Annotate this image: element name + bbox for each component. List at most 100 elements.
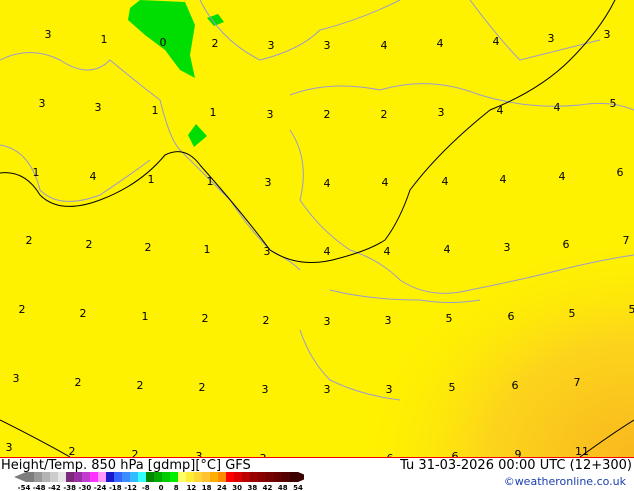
height-label: 2: [26, 234, 33, 247]
credit-link[interactable]: ©weatheronline.co.uk: [504, 475, 626, 488]
color-legend: -54-48-42-38-30-24-18-12-808121824303842…: [14, 472, 304, 491]
colorbar-swatch: [186, 472, 194, 482]
height-label: 3: [95, 101, 102, 114]
height-label: 5: [629, 303, 634, 316]
height-label: 4: [382, 176, 389, 189]
height-label: 4: [493, 35, 500, 48]
height-label: 2: [212, 37, 219, 50]
height-label: 4: [442, 175, 449, 188]
colorbar-swatch: [146, 472, 154, 482]
height-label: 2: [19, 303, 26, 316]
colorbar-swatch: [282, 472, 290, 482]
colorbar-swatch: [130, 472, 138, 482]
colorbar-swatch: [122, 472, 130, 482]
height-label: 4: [500, 173, 507, 186]
height-label: 3: [267, 108, 274, 121]
footer: Height/Temp. 850 hPa [gdmp][°C] GFS Tu 3…: [0, 457, 634, 491]
colorbar-arrow-right: [298, 472, 304, 482]
height-label: 5: [446, 312, 453, 325]
colorbar-swatch: [74, 472, 82, 482]
height-label: 1: [207, 175, 214, 188]
height-label: 3: [262, 383, 269, 396]
height-label: 6: [452, 450, 459, 457]
colorbar-swatch: [106, 472, 114, 482]
height-label: 7: [574, 376, 581, 389]
height-label: 5: [569, 307, 576, 320]
height-label: 4: [559, 170, 566, 183]
height-label: 5: [610, 97, 617, 110]
height-label: 5: [449, 381, 456, 394]
height-label: 3: [39, 97, 46, 110]
colorbar-swatch: [98, 472, 106, 482]
colorbar-swatch: [66, 472, 74, 482]
colorbar-swatch: [162, 472, 170, 482]
colorbar-swatch: [154, 472, 162, 482]
height-label: 1: [142, 310, 149, 323]
height-label: 3: [385, 314, 392, 327]
map-title: Height/Temp. 850 hPa [gdmp][°C] GFS: [1, 458, 251, 473]
height-label: 2: [132, 448, 139, 457]
height-label: 3: [324, 315, 331, 328]
colorbar-swatch: [194, 472, 202, 482]
height-label: 2: [199, 381, 206, 394]
height-label: 2: [69, 445, 76, 457]
height-label: 3: [386, 383, 393, 396]
height-label: 4: [554, 101, 561, 114]
colorbar-swatch: [266, 472, 274, 482]
height-label: 6: [563, 238, 570, 251]
height-label: 7: [623, 234, 630, 247]
height-label: 1: [210, 106, 217, 119]
colorbar-swatch: [90, 472, 98, 482]
colorbar-swatch: [42, 472, 50, 482]
height-label: 4: [324, 245, 331, 258]
height-label: 4: [384, 245, 391, 258]
height-label: 3: [324, 39, 331, 52]
height-label: 4: [90, 170, 97, 183]
height-label: 3: [196, 450, 203, 457]
height-label: 9: [515, 448, 522, 457]
colorbar-swatch: [290, 472, 298, 482]
height-label: 1: [152, 104, 159, 117]
height-label: 2: [137, 379, 144, 392]
height-label: 6: [508, 310, 515, 323]
height-label: 4: [497, 104, 504, 117]
colorbar-swatch: [210, 472, 218, 482]
height-label: 0: [160, 36, 167, 49]
height-label: 3: [268, 39, 275, 52]
height-label: 3: [13, 372, 20, 385]
height-label: 3: [45, 28, 52, 41]
height-label: 3: [264, 245, 271, 258]
height-label: 3: [6, 441, 13, 454]
warm-region: [250, 150, 634, 457]
colorbar-swatch: [82, 472, 90, 482]
height-label: 6: [512, 379, 519, 392]
height-label: 2: [381, 108, 388, 121]
colorbar-swatch: [226, 472, 234, 482]
colorbar-swatch: [234, 472, 242, 482]
height-label: 2: [80, 307, 87, 320]
height-label: 4: [437, 37, 444, 50]
weather-map: 3102334443333113223445141134444462221344…: [0, 0, 634, 457]
height-label: 2: [263, 314, 270, 327]
height-label: 3: [324, 383, 331, 396]
height-label: 1: [101, 33, 108, 46]
height-label: 3: [438, 106, 445, 119]
height-label: 2: [145, 241, 152, 254]
height-label: 3: [504, 241, 511, 254]
height-label: 3: [604, 28, 611, 41]
height-label: 4: [324, 177, 331, 190]
colorbar-arrow-left: [14, 472, 26, 482]
height-label: 3: [265, 176, 272, 189]
colorbar-swatch: [178, 472, 186, 482]
colorbar-swatch: [274, 472, 282, 482]
colorbar-swatch: [114, 472, 122, 482]
colorbar-swatch: [250, 472, 258, 482]
height-label: 1: [33, 166, 40, 179]
colorbar-swatch: [138, 472, 146, 482]
height-label: 2: [324, 108, 331, 121]
colorbar-swatch: [202, 472, 210, 482]
colorbar-swatch: [242, 472, 250, 482]
colorbar-swatch: [50, 472, 58, 482]
valid-time: Tu 31-03-2026 00:00 UTC (12+300): [400, 458, 632, 473]
height-label: 2: [75, 376, 82, 389]
